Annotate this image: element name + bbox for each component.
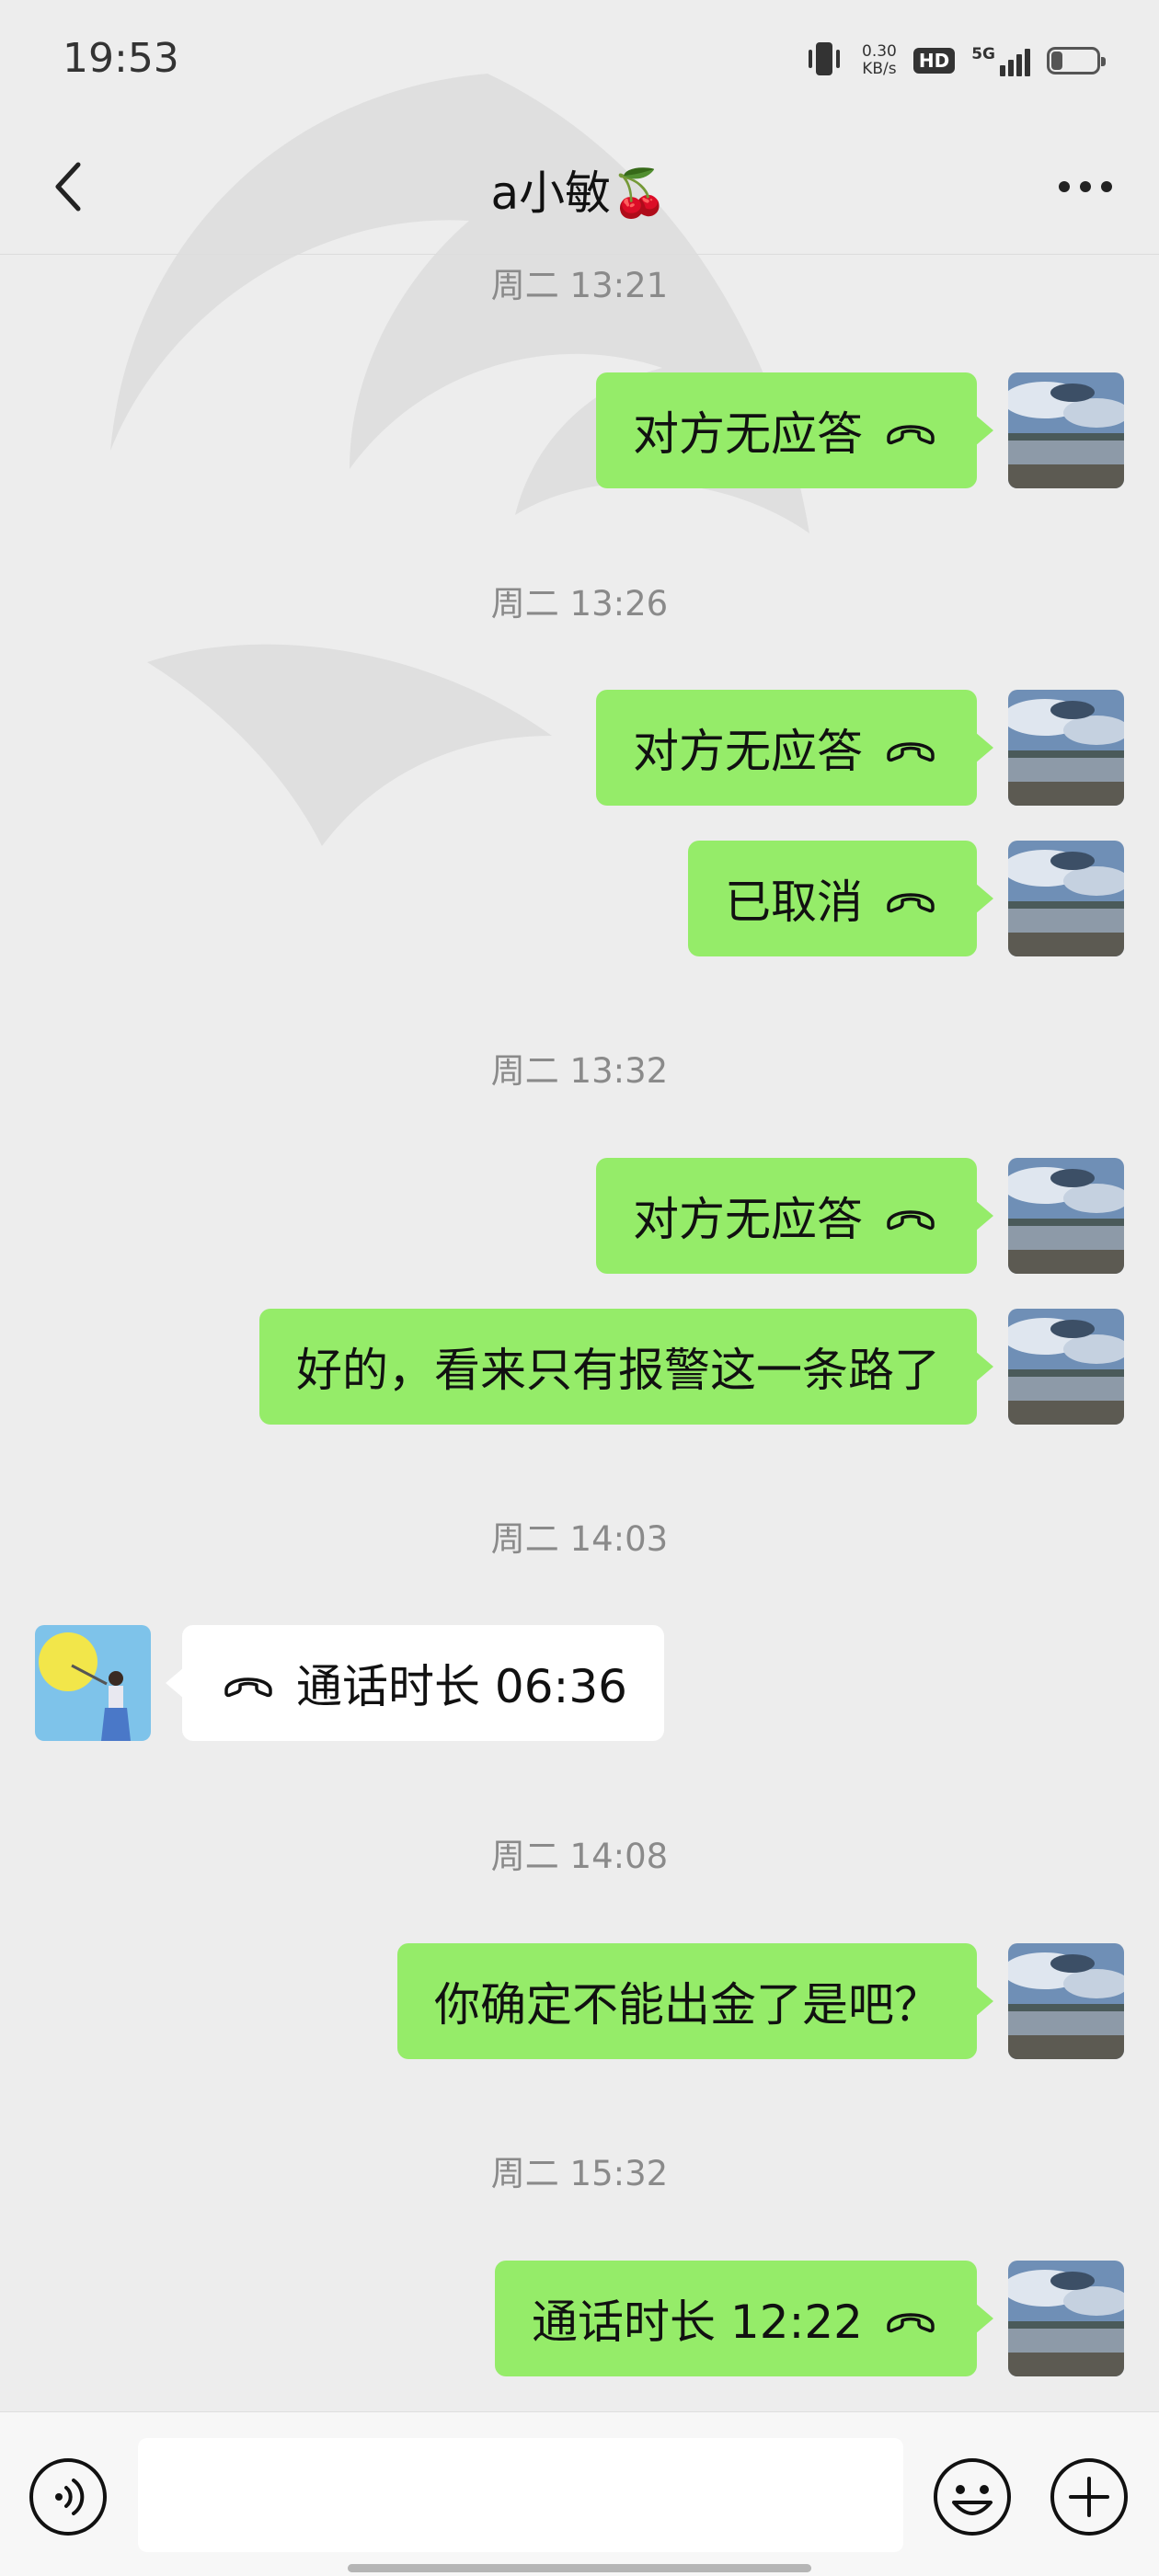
call-status-text: 已取消 xyxy=(725,876,863,929)
my-avatar[interactable] xyxy=(1008,841,1124,956)
call-record-bubble[interactable]: 通话时长 06:36 xyxy=(166,1625,664,1741)
message-timestamp: 周二 13:26 xyxy=(490,584,669,624)
emoji-button[interactable] xyxy=(932,2456,1013,2537)
my-avatar[interactable] xyxy=(1008,1309,1124,1425)
phone-hangup-icon xyxy=(881,2300,940,2337)
call-status-text: 对方无应答 xyxy=(633,1193,863,1246)
message-text: 好的，看来只有报警这一条路了 xyxy=(296,1344,940,1397)
net-speed-unit: KB/s xyxy=(862,60,897,78)
text-message-bubble[interactable]: 好的，看来只有报警这一条路了 xyxy=(259,1309,993,1425)
emoji-icon xyxy=(934,2458,1011,2536)
message-text: 你确定不能出金了是吧？ xyxy=(434,1978,940,2032)
call-status-text: 对方无应答 xyxy=(633,407,863,461)
my-avatar[interactable] xyxy=(1008,690,1124,806)
call-status-text: 对方无应答 xyxy=(633,725,863,778)
my-avatar[interactable] xyxy=(1008,2261,1124,2376)
call-record-bubble[interactable]: 对方无应答 xyxy=(596,690,993,806)
phone-hangup-icon xyxy=(881,1197,940,1234)
more-button[interactable] xyxy=(1049,155,1122,219)
more-icon xyxy=(1059,181,1112,192)
phone-hangup-icon xyxy=(219,1665,278,1701)
status-time: 19:53 xyxy=(63,35,179,82)
status-bar: 19:53 0.30 KB/s HD 5G xyxy=(0,0,1159,120)
message-timestamp: 周二 15:32 xyxy=(490,2154,669,2193)
call-duration-text: 通话时长 12:22 xyxy=(532,2296,863,2349)
message-input[interactable] xyxy=(138,2438,903,2552)
phone-hangup-icon xyxy=(881,880,940,917)
chat-title: a小敏🍒 xyxy=(490,166,669,220)
text-message-bubble[interactable]: 你确定不能出金了是吧？ xyxy=(397,1943,993,2059)
message-timestamp: 周二 14:08 xyxy=(490,1837,669,1876)
call-record-bubble[interactable]: 对方无应答 xyxy=(596,1158,993,1274)
vibrate-icon xyxy=(803,40,845,81)
more-functions-button[interactable] xyxy=(1049,2456,1130,2537)
battery-icon xyxy=(1047,47,1106,74)
network-type: 5G xyxy=(971,45,995,63)
net-speed-value: 0.30 xyxy=(862,42,897,61)
input-bar xyxy=(0,2411,1159,2576)
voice-icon xyxy=(29,2458,107,2536)
call-record-bubble[interactable]: 对方无应答 xyxy=(596,372,993,488)
message-timestamp: 周二 13:21 xyxy=(490,266,669,305)
net-speed: 0.30 KB/s xyxy=(862,43,897,78)
plus-icon xyxy=(1050,2458,1128,2536)
message-timestamp: 周二 14:03 xyxy=(490,1519,669,1559)
my-avatar[interactable] xyxy=(1008,1158,1124,1274)
call-record-bubble[interactable]: 通话时长 12:22 xyxy=(495,2261,993,2376)
voice-button[interactable] xyxy=(28,2456,109,2537)
contact-avatar[interactable] xyxy=(35,1625,151,1741)
call-duration-text: 通话时长 06:36 xyxy=(296,1660,627,1713)
phone-hangup-icon xyxy=(881,412,940,449)
chat-header: a小敏🍒 xyxy=(0,120,1159,255)
my-avatar[interactable] xyxy=(1008,372,1124,488)
home-indicator[interactable] xyxy=(348,2564,811,2572)
hd-icon: HD xyxy=(912,48,956,74)
phone-hangup-icon xyxy=(881,729,940,766)
call-record-bubble[interactable]: 已取消 xyxy=(688,841,993,956)
status-icons: 0.30 KB/s HD 5G xyxy=(803,37,1106,85)
my-avatar[interactable] xyxy=(1008,1943,1124,2059)
message-timestamp: 周二 13:32 xyxy=(490,1051,669,1091)
signal-icon: 5G xyxy=(971,45,1030,76)
